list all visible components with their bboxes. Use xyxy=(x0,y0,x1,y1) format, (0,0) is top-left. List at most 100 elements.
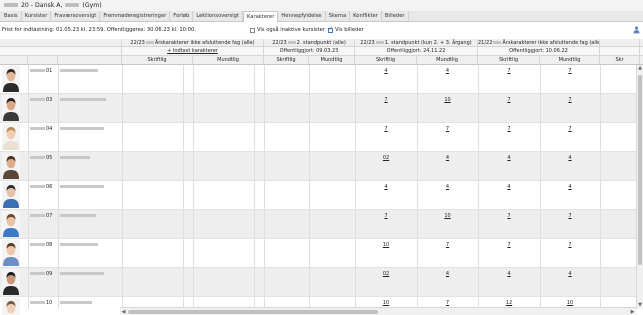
tab-billeder[interactable]: Billeder xyxy=(382,11,409,21)
student-id: 10 xyxy=(30,297,52,309)
tab-basis[interactable]: Basis xyxy=(1,11,22,21)
grade-value[interactable]: 7 xyxy=(507,242,510,248)
tab-skema[interactable]: Skema xyxy=(326,11,351,21)
grid-body: 01 4 4 7 7 03 7 10 7 7 04 7 7 7 7 05 02 4 4 4 06 4 4 4 4 07 7 10 7 7 0… xyxy=(0,65,643,315)
col-header-written[interactable]: Skriftlig xyxy=(355,56,417,64)
scroll-thumb[interactable] xyxy=(128,310,378,314)
show-inactive-toggle[interactable]: Vis også inaktive kursister xyxy=(250,27,325,33)
grade-value[interactable]: 4 xyxy=(568,271,571,277)
redacted-text xyxy=(30,69,45,72)
grade-value[interactable]: 7 xyxy=(507,97,510,103)
show-images-toggle[interactable]: Vis billeder xyxy=(328,26,364,33)
tab-karakterer[interactable]: Karakterer xyxy=(243,11,279,22)
grade-value[interactable]: 4 xyxy=(384,184,387,190)
student-name-redacted[interactable] xyxy=(60,301,92,304)
grade-value[interactable]: 7 xyxy=(568,213,571,219)
tab-hennepfyldelse[interactable]: Hennepfyldelse xyxy=(278,11,326,21)
grade-value[interactable]: 7 xyxy=(446,126,449,132)
tab-frav-rsoversigt[interactable]: Fraværsoversigt xyxy=(51,11,101,21)
grade-oral-std1: 4 xyxy=(417,65,478,94)
tab-forl-b[interactable]: Forløb xyxy=(170,11,194,21)
grade-written-year-2122: 7 xyxy=(478,123,540,152)
group-header-period xyxy=(600,39,640,46)
grade-value[interactable]: 7 xyxy=(384,97,387,103)
grade-value[interactable]: 7 xyxy=(568,242,571,248)
grade-value[interactable]: 4 xyxy=(446,184,449,190)
title-suffix: (Gym) xyxy=(82,2,102,9)
grade-value[interactable]: 4 xyxy=(507,155,510,161)
student-id: 08 xyxy=(30,239,52,251)
grade-value[interactable]: 4 xyxy=(446,271,449,277)
grade-value[interactable]: 7 xyxy=(568,97,571,103)
checkbox-icon[interactable] xyxy=(328,26,333,33)
col-header-oral[interactable]: Mundtlig xyxy=(540,56,600,64)
student-name-redacted[interactable] xyxy=(60,243,98,246)
grade-value[interactable]: 10 xyxy=(444,213,450,219)
col-header-written[interactable]: Skr xyxy=(600,56,640,64)
id-suffix: 08 xyxy=(46,242,53,248)
tab-fremm-deregistreringer[interactable]: Fremmøderegistreringer xyxy=(100,11,171,21)
col-header-oral[interactable]: Mundtlig xyxy=(417,56,478,64)
scroll-thumb[interactable] xyxy=(638,75,642,265)
student-name-redacted[interactable] xyxy=(60,156,90,159)
student-name-redacted[interactable] xyxy=(60,127,104,130)
grade-value[interactable]: 7 xyxy=(384,126,387,132)
grade-value[interactable]: 12 xyxy=(506,300,512,306)
redacted-text xyxy=(30,301,45,304)
grade-oral-std1: 10 xyxy=(417,210,478,239)
tab-lektionsoversigt[interactable]: Lektionsoversigt xyxy=(193,11,243,21)
student-name-redacted[interactable] xyxy=(60,185,104,188)
scroll-left-icon[interactable]: ◀ xyxy=(120,308,127,315)
grade-value[interactable]: 7 xyxy=(568,126,571,132)
vertical-scrollbar[interactable]: ▲ ▼ xyxy=(636,65,643,309)
grade-value[interactable]: 4 xyxy=(507,271,510,277)
title-course: 20 - Dansk A, xyxy=(20,2,63,9)
tab-kursister[interactable]: Kursister xyxy=(22,11,52,21)
horizontal-scrollbar[interactable]: ◀ ▶ xyxy=(120,307,636,315)
col-header-id[interactable] xyxy=(28,56,58,64)
col-header-image[interactable] xyxy=(0,56,28,64)
grade-value[interactable]: 7 xyxy=(446,242,449,248)
student-name-redacted[interactable] xyxy=(60,214,96,217)
header-row-period: 22/23 Årskarakterer ikke afsluttende fag … xyxy=(0,39,643,47)
grade-value[interactable]: 4 xyxy=(384,68,387,74)
enter-grades-link[interactable]: + Indtast karakterer xyxy=(122,47,264,55)
id-suffix: 07 xyxy=(46,213,53,219)
scroll-right-icon[interactable]: ▶ xyxy=(629,308,636,315)
grade-value[interactable]: 7 xyxy=(384,213,387,219)
column-divider xyxy=(309,65,310,309)
col-header-oral[interactable]: Mundtlig xyxy=(309,56,355,64)
grade-value[interactable]: 7 xyxy=(568,68,571,74)
col-header-name[interactable] xyxy=(58,56,122,64)
scroll-down-icon[interactable]: ▼ xyxy=(637,302,643,309)
grade-value[interactable]: 10 xyxy=(444,97,450,103)
checkbox-icon[interactable] xyxy=(250,27,255,33)
grade-value[interactable]: 02 xyxy=(383,271,389,277)
grade-value[interactable]: 10 xyxy=(383,300,389,306)
grade-value[interactable]: 7 xyxy=(446,300,449,306)
id-suffix: 06 xyxy=(46,184,53,190)
grade-value[interactable]: 4 xyxy=(446,155,449,161)
grade-value[interactable]: 02 xyxy=(383,155,389,161)
user-icon[interactable] xyxy=(633,26,640,34)
grade-value[interactable]: 10 xyxy=(567,300,573,306)
student-name-redacted[interactable] xyxy=(60,98,106,101)
period-title: Årskarakterer ikke afsluttende fag (alle… xyxy=(154,40,255,46)
col-header-oral[interactable]: Mundtlig xyxy=(193,56,264,64)
grade-value[interactable]: 10 xyxy=(383,242,389,248)
col-header-written[interactable]: Skriftlig xyxy=(122,56,193,64)
scroll-up-icon[interactable]: ▲ xyxy=(637,65,643,72)
col-header-written[interactable]: Skriftlig xyxy=(264,56,309,64)
grade-value[interactable]: 7 xyxy=(507,126,510,132)
grade-value[interactable]: 4 xyxy=(568,184,571,190)
column-divider xyxy=(540,65,541,309)
col-header-written[interactable]: Skriftlig xyxy=(478,56,540,64)
grade-value[interactable]: 4 xyxy=(568,155,571,161)
grade-value[interactable]: 7 xyxy=(507,68,510,74)
grade-value[interactable]: 7 xyxy=(507,213,510,219)
grade-value[interactable]: 4 xyxy=(446,68,449,74)
student-name-redacted[interactable] xyxy=(60,272,104,275)
tab-konflikter[interactable]: Konflikter xyxy=(350,11,382,21)
student-name-redacted[interactable] xyxy=(60,69,98,72)
grade-value[interactable]: 4 xyxy=(507,184,510,190)
